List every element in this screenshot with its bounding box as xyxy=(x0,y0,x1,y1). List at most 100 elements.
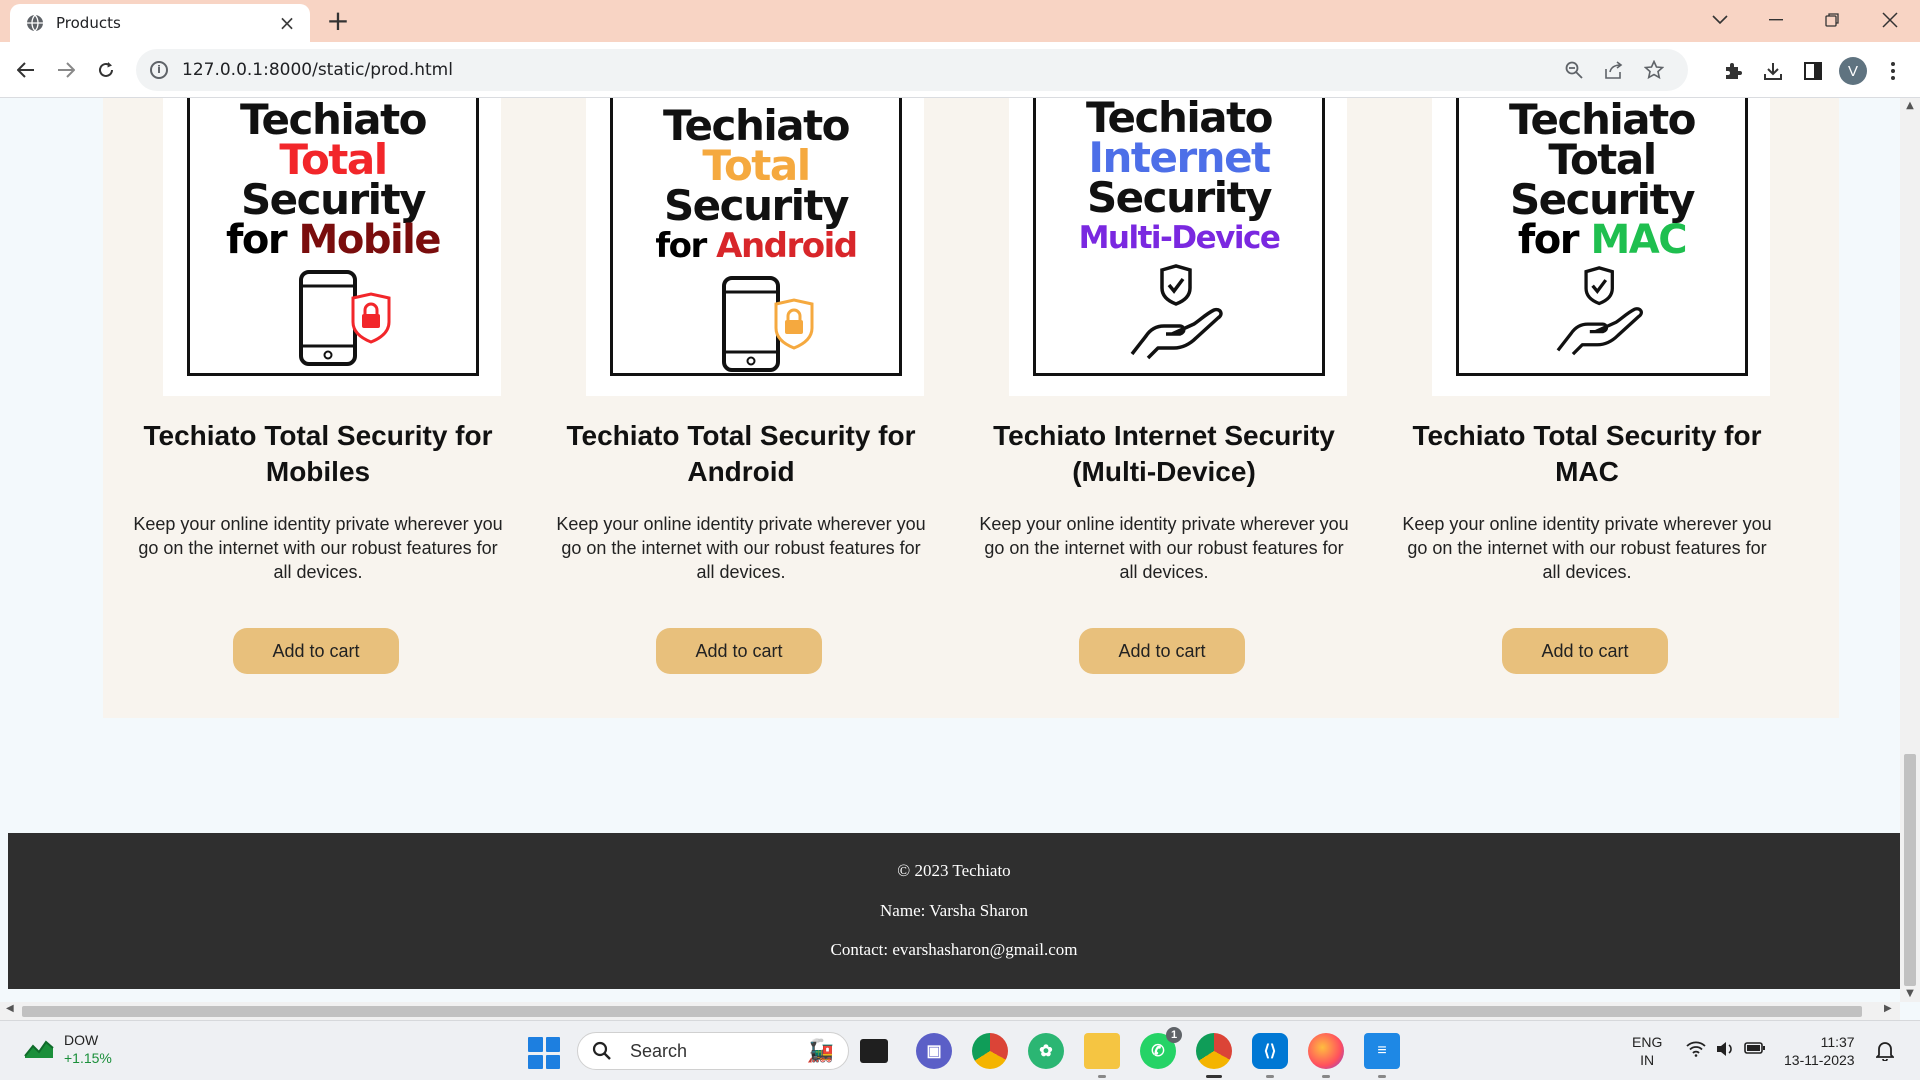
notification-bell-icon[interactable] xyxy=(1874,1041,1896,1065)
horizontal-scrollbar[interactable]: ◀ ▶ xyxy=(0,1002,1900,1020)
extensions-icon[interactable] xyxy=(1716,54,1750,88)
firefox-icon[interactable] xyxy=(1308,1033,1344,1078)
poster-line-security: Security xyxy=(1086,173,1273,222)
widget-title: DOW xyxy=(64,1032,99,1048)
restore-icon[interactable] xyxy=(1804,0,1860,40)
share-icon[interactable] xyxy=(1594,50,1634,90)
bookmark-star-icon[interactable] xyxy=(1634,50,1674,90)
poster-line-platform: for MAC xyxy=(1517,217,1688,263)
product-title: Techiato Total Security for Android xyxy=(566,420,916,487)
add-to-cart-button[interactable]: Add to cart xyxy=(656,628,822,674)
footer-name: Name: Varsha Sharon xyxy=(880,901,1028,920)
product-title: Techiato Total Security for Mobiles xyxy=(143,420,493,487)
scroll-down-icon[interactable]: ▼ xyxy=(1900,988,1920,999)
product-image: Techiato Internet Security Multi-Device xyxy=(1009,98,1347,396)
product-poster: Techiato Total Security for MAC xyxy=(1456,98,1748,376)
reload-icon[interactable] xyxy=(88,52,124,88)
product-poster: Techiato Total Security for Android xyxy=(610,98,902,376)
url-text[interactable]: 127.0.0.1:8000/static/prod.html xyxy=(182,60,1554,80)
profile-avatar[interactable]: V xyxy=(1836,54,1870,88)
new-tab-button[interactable]: + xyxy=(322,6,354,38)
chatgpt-icon[interactable]: ✿ xyxy=(1028,1033,1064,1069)
poster-line-brand: Techiato xyxy=(662,101,851,150)
clock[interactable]: 11:37 13-11-2023 xyxy=(1784,1033,1855,1069)
volume-icon xyxy=(1717,1042,1732,1056)
tab-close-icon[interactable]: × xyxy=(276,11,298,35)
product-section: Techiato Total Security for Mobile Techi… xyxy=(103,98,1839,718)
scroll-right-icon[interactable]: ▶ xyxy=(1884,1003,1892,1014)
wifi-icon xyxy=(1686,1041,1706,1057)
stock-widget[interactable]: DOW +1.15% xyxy=(24,1031,112,1067)
site-info-icon[interactable]: i xyxy=(150,61,168,79)
language-indicator[interactable]: ENG IN xyxy=(1632,1033,1662,1069)
search-highlight-icon: 🚂 xyxy=(806,1038,834,1063)
tab-search-icon[interactable] xyxy=(1692,0,1748,40)
minimize-icon[interactable] xyxy=(1748,0,1804,40)
scroll-up-icon[interactable]: ▲ xyxy=(1900,100,1920,111)
tab-title: Products xyxy=(56,14,121,32)
browser-titlebar: Products × + xyxy=(0,0,1920,42)
product-poster: Techiato Total Security for Mobile xyxy=(187,98,479,376)
product-title: Techiato Total Security for MAC xyxy=(1412,420,1762,487)
whatsapp-icon[interactable]: ✆ 1 xyxy=(1140,1027,1182,1069)
phone-lock-icon xyxy=(722,276,814,372)
product-description: Keep your online identity private wherev… xyxy=(1402,514,1772,582)
chrome-profile-icon[interactable] xyxy=(972,1033,1008,1069)
phone-lock-icon xyxy=(299,270,391,366)
back-icon[interactable] xyxy=(8,52,44,88)
taskbar-search[interactable]: Search 🚂 xyxy=(577,1032,849,1070)
product-description: Keep your online identity private wherev… xyxy=(556,514,926,582)
product-image: Techiato Total Security for MAC xyxy=(1432,98,1770,396)
hand-shield-icon xyxy=(1130,264,1223,360)
poster-line-edition: Total xyxy=(1548,135,1657,184)
file-explorer-icon[interactable] xyxy=(1084,1033,1120,1078)
vscode-icon[interactable]: ⟨⟩ xyxy=(1252,1033,1288,1078)
zoom-icon[interactable] xyxy=(1554,50,1594,90)
add-to-cart-button[interactable]: Add to cart xyxy=(233,628,399,674)
add-to-cart-button[interactable]: Add to cart xyxy=(1079,628,1245,674)
search-placeholder: Search xyxy=(630,1040,688,1061)
battery-icon xyxy=(1744,1042,1765,1054)
system-tray[interactable] xyxy=(1686,1041,1766,1057)
address-bar[interactable]: i 127.0.0.1:8000/static/prod.html xyxy=(136,49,1688,91)
close-window-icon[interactable] xyxy=(1862,0,1918,40)
vertical-scrollbar[interactable]: ▲ ▼ xyxy=(1900,98,1920,1002)
notification-badge: 1 xyxy=(1166,1027,1182,1043)
poster-line-platform: for Android xyxy=(655,226,858,266)
task-view-icon[interactable] xyxy=(860,1039,888,1063)
product-description: Keep your online identity private wherev… xyxy=(133,514,503,582)
scroll-left-icon[interactable]: ◀ xyxy=(6,1003,14,1014)
profile-initial: V xyxy=(1839,57,1867,85)
windows-taskbar: DOW +1.15% Search 🚂 ▣ ✿ ✆ 1 ⟨⟩ ≡ ENG IN … xyxy=(0,1020,1920,1080)
download-icon[interactable] xyxy=(1756,54,1790,88)
product-image: Techiato Total Security for Android xyxy=(586,98,924,396)
horizontal-scroll-thumb[interactable] xyxy=(22,1006,1862,1017)
clock-time: 11:37 xyxy=(1820,1034,1855,1050)
widget-change: +1.15% xyxy=(64,1050,112,1066)
teams-chat-icon[interactable]: ▣ xyxy=(916,1033,952,1069)
vertical-scroll-thumb[interactable] xyxy=(1904,754,1916,986)
product-title: Techiato Internet Security (Multi-Device… xyxy=(993,420,1335,487)
add-to-cart-button[interactable]: Add to cart xyxy=(1502,628,1668,674)
language-code: ENG xyxy=(1632,1034,1663,1050)
poster-line-platform: for Mobile xyxy=(225,217,442,263)
clock-date: 13-11-2023 xyxy=(1784,1052,1855,1068)
side-panel-icon[interactable] xyxy=(1796,54,1830,88)
poster-line-security: Security xyxy=(240,175,427,224)
poster-line-edition: Total xyxy=(279,135,388,184)
browser-toolbar: i 127.0.0.1:8000/static/prod.html V xyxy=(0,42,1920,98)
product-description: Keep your online identity private wherev… xyxy=(979,514,1349,582)
forward-icon[interactable] xyxy=(48,52,84,88)
poster-line-security: Security xyxy=(663,181,850,230)
poster-line-brand: Techiato xyxy=(239,98,428,144)
page-viewport: Techiato Total Security for Mobile Techi… xyxy=(0,98,1900,1002)
tab-products[interactable]: Products × xyxy=(10,4,310,42)
footer-contact: Contact: evarshasharon@gmail.com xyxy=(830,940,1078,959)
menu-kebab-icon[interactable] xyxy=(1876,54,1910,88)
start-button[interactable] xyxy=(528,1037,560,1069)
product-poster: Techiato Internet Security Multi-Device xyxy=(1033,98,1325,376)
notepad-icon[interactable]: ≡ xyxy=(1364,1033,1400,1078)
poster-line-edition: Internet xyxy=(1088,133,1271,182)
chrome-active-icon[interactable] xyxy=(1196,1033,1232,1078)
globe-icon xyxy=(27,14,43,32)
